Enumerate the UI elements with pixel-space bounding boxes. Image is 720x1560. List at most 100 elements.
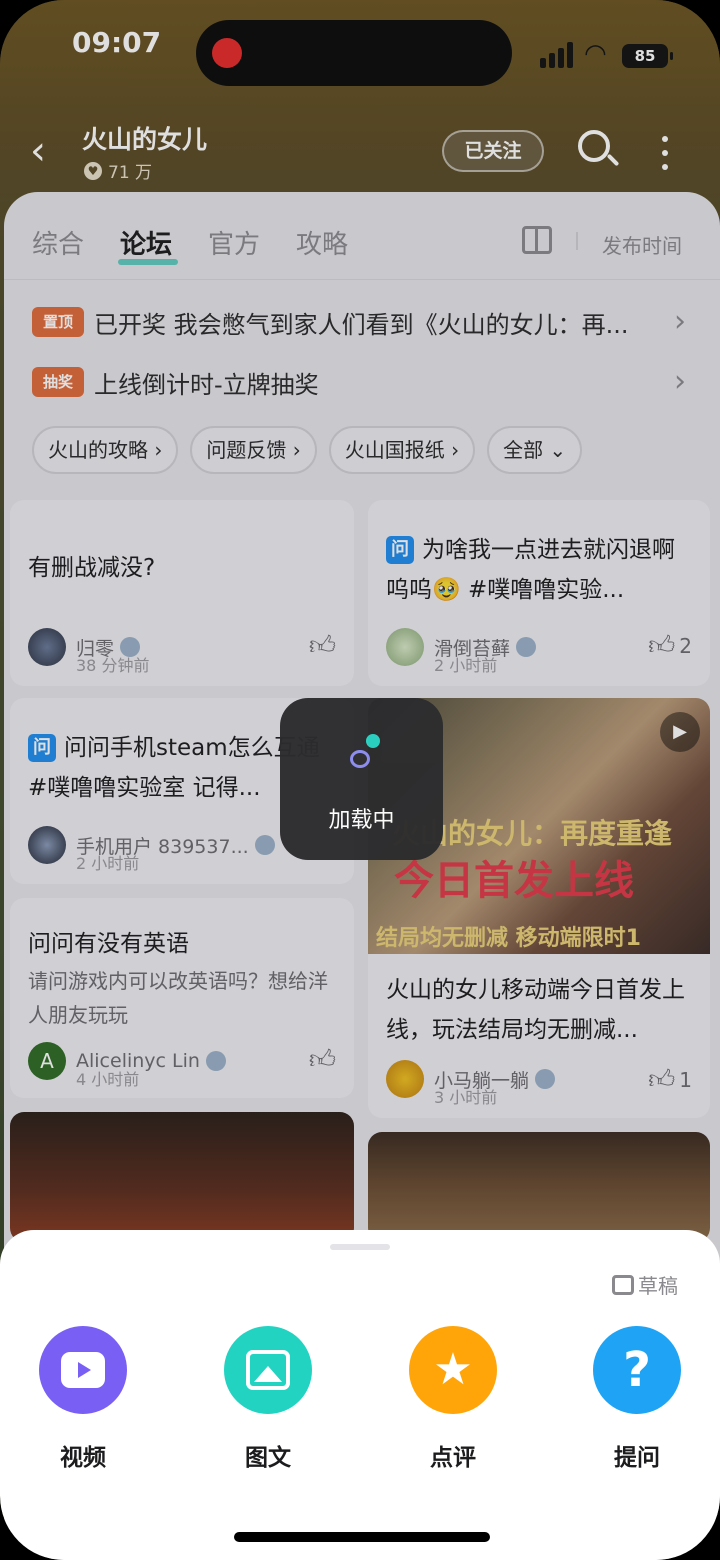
category-chips: 火山的攻略 › 问题反馈 › 火山国报纸 › 全部 ⌄ — [32, 426, 583, 476]
post-author: A Alicelinyc Lin 4 小时前 — [28, 1042, 338, 1089]
loading-ring-icon — [350, 750, 370, 768]
recording-indicator — [212, 38, 242, 68]
like-button[interactable]: 👍︎ 1 — [648, 1064, 692, 1095]
status-time: 09:07 — [72, 26, 162, 59]
wifi-icon: ◠ — [584, 39, 607, 69]
like-button[interactable]: 👍︎ 2 — [648, 630, 692, 661]
publish-review-button[interactable]: ★ 点评 — [398, 1326, 508, 1472]
chip-newspaper[interactable]: 火山国报纸 › — [328, 426, 476, 474]
tab-bar: 综合 论坛 官方 攻略 发布时间 — [4, 192, 720, 280]
drafts-label: 草稿 — [638, 1274, 678, 1298]
video-subtitle-text: 结局均无删减 移动端限时1 — [376, 926, 641, 951]
followers-value: 71 万 — [108, 163, 153, 183]
like-count: 2 — [679, 633, 692, 658]
verified-badge-icon — [254, 835, 275, 855]
follow-button[interactable]: 已关注 — [442, 130, 544, 172]
post-time: 2 小时前 — [76, 854, 140, 873]
back-icon[interactable]: ‹ — [30, 128, 66, 174]
thumbs-up-icon: 👍︎ — [308, 631, 336, 661]
post-title: 有删战减没? — [28, 555, 156, 581]
phone-screen: 09:07 ◠ 85 ‹ 火山的女儿 ♥ 71 万 已关注 综合 论坛 官方 攻… — [0, 0, 720, 1560]
question-tag: 问 — [28, 734, 56, 762]
action-label: 提问 — [614, 1445, 660, 1471]
action-label: 视频 — [60, 1445, 106, 1471]
avatar — [386, 628, 424, 666]
like-button[interactable]: 👍︎ — [309, 1044, 336, 1075]
question-tag: 问 — [386, 536, 414, 564]
tab-guide[interactable]: 攻略 — [296, 224, 348, 261]
image-icon — [224, 1326, 312, 1414]
loading-dot — [366, 734, 380, 748]
like-button[interactable]: 👍︎ — [309, 630, 336, 661]
loading-text: 加载中 — [328, 808, 395, 833]
pinned-title: 上线倒计时-立牌抽奖 — [94, 370, 319, 399]
avatar — [386, 1060, 424, 1098]
post-image[interactable] — [368, 1132, 710, 1242]
chip-feedback[interactable]: 问题反馈 › — [190, 426, 317, 474]
sheet-grabber[interactable] — [330, 1244, 390, 1250]
avatar — [28, 826, 66, 864]
dynamic-island — [196, 20, 512, 86]
post-card[interactable]: 问为啥我一点进去就闪退啊呜呜🥹 #噗噜噜实验... 滑倒苔藓 2 小时前 👍︎ 2 — [368, 500, 710, 686]
post-card[interactable]: 问问有没有英语 请问游戏内可以改英语吗？想给洋人朋友玩玩 A Aliceliny… — [10, 898, 354, 1098]
status-bar: 09:07 ◠ 85 — [0, 0, 720, 100]
post-title: 问为啥我一点进去就闪退啊呜呜🥹 #噗噜噜实验... — [386, 536, 675, 603]
verified-badge-icon — [535, 1069, 556, 1089]
post-author: 滑倒苔藓 2 小时前 — [386, 628, 616, 675]
pinned-post-1[interactable]: 置顶 已开奖 我会憋气到家人们看到《火山的女儿：再... › — [32, 302, 692, 342]
draft-icon — [612, 1274, 634, 1295]
post-author: 小马躺一躺 3 小时前 — [386, 1060, 616, 1107]
battery-indicator: 85 — [622, 44, 673, 68]
tab-overview[interactable]: 综合 — [32, 224, 84, 261]
thumbs-up-icon: 👍︎ — [648, 631, 676, 661]
post-author: 归零 38 分钟前 — [28, 628, 338, 675]
like-count: 1 — [679, 1067, 692, 1092]
post-time: 38 分钟前 — [76, 656, 150, 675]
sort-button[interactable]: 发布时间 — [602, 230, 682, 259]
video-icon — [39, 1326, 127, 1414]
publish-sheet: 草稿 视频 图文 ★ 点评 ? 提问 — [0, 1230, 720, 1560]
avatar: A — [28, 1042, 66, 1080]
publish-question-button[interactable]: ? 提问 — [582, 1326, 692, 1472]
more-icon[interactable] — [658, 134, 672, 174]
post-time: 4 小时前 — [76, 1070, 140, 1089]
tab-official[interactable]: 官方 — [208, 224, 260, 261]
divider — [576, 232, 578, 250]
layout-toggle-icon[interactable] — [522, 226, 552, 254]
thumbs-up-icon: 👍︎ — [308, 1045, 336, 1075]
loading-toast: 加载中 — [280, 698, 443, 860]
action-label: 图文 — [245, 1445, 291, 1471]
chip-all[interactable]: 全部 ⌄ — [487, 426, 583, 474]
signal-icon — [540, 40, 576, 68]
verified-badge-icon — [205, 1051, 226, 1071]
publish-image-button[interactable]: 图文 — [213, 1326, 323, 1472]
heart-icon: ♥ — [84, 161, 102, 180]
search-icon[interactable] — [576, 128, 622, 174]
post-time: 2 小时前 — [434, 656, 498, 675]
post-title: 火山的女儿移动端今日首发上线，玩法结局均无删减... — [386, 977, 685, 1043]
tab-forum[interactable]: 论坛 — [117, 224, 179, 265]
video-banner-text: 今日首发上线 — [394, 858, 634, 904]
avatar — [28, 628, 66, 666]
question-icon: ? — [593, 1326, 681, 1414]
post-card[interactable]: 有删战减没? 归零 38 分钟前 👍︎ — [10, 500, 354, 686]
home-indicator[interactable] — [234, 1532, 490, 1542]
lottery-tag: 抽奖 — [32, 367, 84, 397]
chip-guides[interactable]: 火山的攻略 › — [32, 426, 179, 474]
publish-video-button[interactable]: 视频 — [28, 1326, 138, 1472]
star-icon: ★ — [409, 1326, 497, 1414]
thumbs-up-icon: 👍︎ — [648, 1065, 676, 1095]
pinned-post-2[interactable]: 抽奖 上线倒计时-立牌抽奖 › — [32, 362, 692, 402]
verified-badge-icon — [516, 637, 537, 657]
followers-count: ♥ 71 万 — [84, 158, 152, 183]
post-image[interactable] — [10, 1112, 354, 1242]
game-header: ‹ 火山的女儿 ♥ 71 万 已关注 — [0, 100, 720, 200]
play-icon[interactable]: ▶ — [660, 712, 700, 752]
chevron-right-icon: › — [674, 304, 686, 339]
post-excerpt: 请问游戏内可以改英语吗？想给洋人朋友玩玩 — [28, 969, 328, 1027]
drafts-button[interactable]: 草稿 — [612, 1270, 678, 1299]
post-time: 3 小时前 — [434, 1088, 498, 1107]
pinned-title: 已开奖 我会憋气到家人们看到《火山的女儿：再... — [94, 310, 629, 339]
game-title: 火山的女儿 — [82, 125, 208, 154]
action-label: 点评 — [430, 1445, 476, 1471]
